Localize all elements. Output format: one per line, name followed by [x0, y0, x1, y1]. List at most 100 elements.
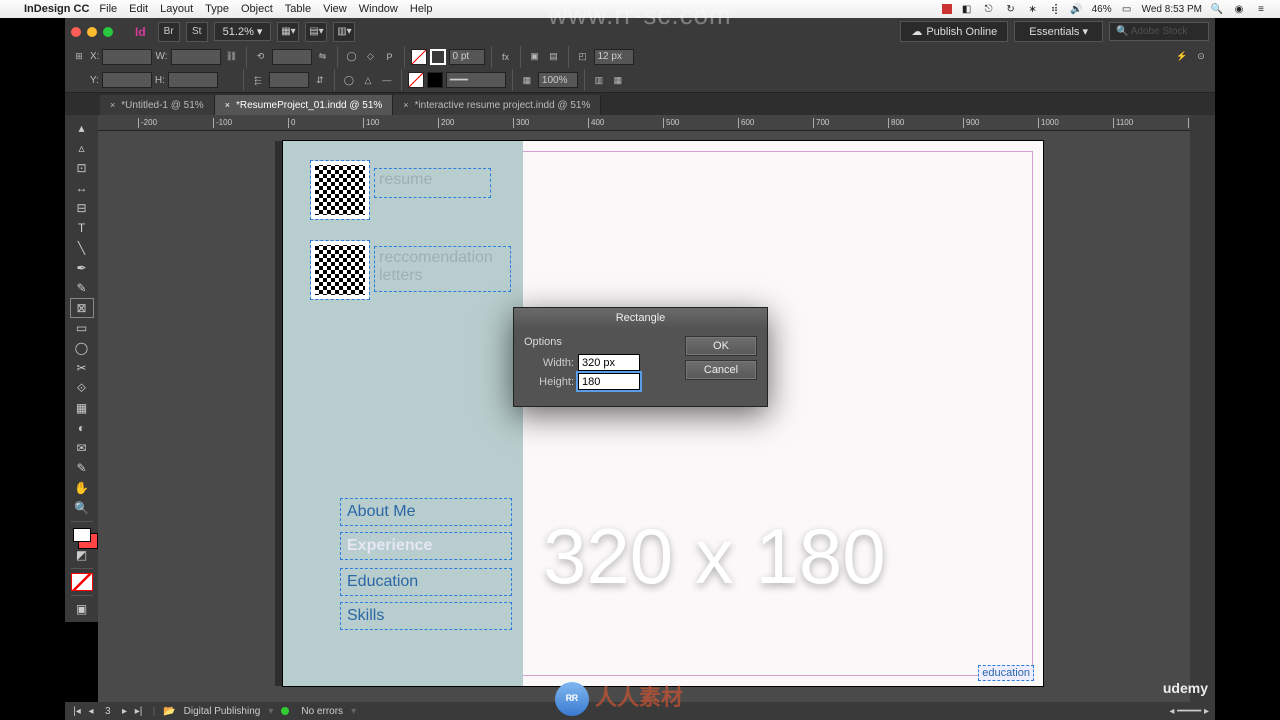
- siri-icon[interactable]: ◉: [1232, 3, 1246, 15]
- scissors-tool[interactable]: ✂: [71, 359, 93, 377]
- default-fill-stroke[interactable]: ◩: [71, 546, 93, 564]
- close-icon[interactable]: ×: [225, 100, 230, 110]
- quick-apply-icon[interactable]: ⚡: [1174, 49, 1190, 65]
- text-wrap-3-icon[interactable]: ▥: [591, 72, 607, 88]
- eyedropper-tool[interactable]: ✎: [71, 459, 93, 477]
- zoom-tool[interactable]: 🔍: [71, 499, 93, 517]
- app-name[interactable]: InDesign CC: [24, 3, 89, 15]
- page-nav[interactable]: |◂◂: [71, 706, 97, 717]
- nav-about-me[interactable]: About Me: [341, 499, 511, 525]
- reference-point-icon[interactable]: ⊞: [71, 49, 87, 65]
- menu-help[interactable]: Help: [410, 3, 433, 15]
- status-icon-1[interactable]: [942, 4, 952, 14]
- window-controls[interactable]: [71, 27, 113, 37]
- line-tool[interactable]: ╲: [71, 239, 93, 257]
- free-transform-tool[interactable]: ⟐: [71, 379, 93, 397]
- pen-tool[interactable]: ✒: [71, 259, 93, 277]
- width-field[interactable]: [578, 354, 640, 371]
- y-field[interactable]: [102, 72, 152, 88]
- canvas[interactable]: resume reccomendation letters About Me E…: [98, 131, 1190, 702]
- scroll-h[interactable]: ◂ ━━━━ ▸: [1169, 706, 1209, 717]
- menu-layout[interactable]: Layout: [160, 3, 193, 15]
- gradient-tool[interactable]: ▦: [71, 399, 93, 417]
- fx-icon[interactable]: fx: [498, 49, 514, 65]
- text-wrap-2-icon[interactable]: ▤: [546, 49, 562, 65]
- align-icon[interactable]: P: [382, 49, 398, 65]
- nav-experience[interactable]: Experience: [341, 533, 511, 559]
- workspace-status[interactable]: Digital Publishing: [184, 706, 261, 717]
- x-field[interactable]: [102, 49, 152, 65]
- menu-table[interactable]: Table: [285, 3, 311, 15]
- content-collector-tool[interactable]: ⊟: [71, 199, 93, 217]
- nav-skills[interactable]: Skills: [341, 603, 511, 629]
- clock[interactable]: Wed 8:53 PM: [1142, 4, 1202, 15]
- apply-color[interactable]: [71, 573, 93, 591]
- text-wrap-4-icon[interactable]: ▦: [610, 72, 626, 88]
- fill-swatch[interactable]: [411, 49, 427, 65]
- tab-interactive-resume[interactable]: ×*interactive resume project.indd @ 51%: [393, 95, 601, 115]
- opacity-field[interactable]: 100%: [538, 72, 578, 88]
- zoom-dropdown[interactable]: 51.2% ▾: [214, 22, 272, 41]
- view-options-2[interactable]: ▤▾: [305, 22, 327, 42]
- menu-file[interactable]: File: [99, 3, 117, 15]
- panel-dock[interactable]: [1190, 93, 1215, 702]
- publish-online-button[interactable]: ☁Publish Online: [900, 21, 1008, 42]
- dialog-title[interactable]: Rectangle: [514, 308, 767, 328]
- w-field[interactable]: [171, 49, 221, 65]
- status-icon-2[interactable]: ◧: [960, 3, 974, 15]
- nav-education[interactable]: Education: [341, 569, 511, 595]
- bridge-button[interactable]: Br: [158, 22, 180, 42]
- corner-field[interactable]: 12 px: [594, 49, 634, 65]
- pencil-tool[interactable]: ✎: [71, 279, 93, 297]
- notification-icon[interactable]: ≡: [1254, 3, 1268, 15]
- gap-tool[interactable]: ↔: [71, 179, 93, 197]
- shear-field[interactable]: [269, 72, 309, 88]
- wifi-icon[interactable]: ⢾: [1048, 3, 1062, 15]
- rectangle-frame-tool[interactable]: ⊠: [71, 299, 93, 317]
- flip-v-icon[interactable]: ⇵: [312, 72, 328, 88]
- pathfinder-icon[interactable]: ◯: [344, 49, 360, 65]
- stroke-weight-field[interactable]: 0 pt: [449, 49, 485, 65]
- menu-view[interactable]: View: [323, 3, 347, 15]
- menu-object[interactable]: Object: [241, 3, 273, 15]
- screen-mode[interactable]: ▣: [71, 600, 93, 618]
- stroke-swatch[interactable]: [430, 49, 446, 65]
- stroke-style-field[interactable]: ━━━: [446, 72, 506, 88]
- ellipse-tool[interactable]: ◯: [71, 339, 93, 357]
- battery-icon[interactable]: ▭: [1120, 3, 1134, 15]
- tab-resume-project[interactable]: ×*ResumeProject_01.indd @ 51%: [215, 95, 394, 115]
- corner-icon[interactable]: ◰: [575, 49, 591, 65]
- text-wrap-1-icon[interactable]: ▣: [527, 49, 543, 65]
- rotate-field[interactable]: [272, 49, 312, 65]
- page-number[interactable]: 3: [105, 706, 111, 717]
- stroke-style[interactable]: [427, 72, 443, 88]
- errors-status[interactable]: No errors: [301, 706, 343, 717]
- fill-stroke-swatch[interactable]: [71, 526, 93, 544]
- arrange-button[interactable]: ▥▾: [333, 22, 355, 42]
- tab-untitled[interactable]: ×*Untitled-1 @ 51%: [100, 95, 215, 115]
- selection-tool[interactable]: ▴: [71, 119, 93, 137]
- note-tool[interactable]: ✉: [71, 439, 93, 457]
- page-tool[interactable]: ⊡: [71, 159, 93, 177]
- volume-icon[interactable]: 🔊: [1070, 3, 1084, 15]
- h-field[interactable]: [168, 72, 218, 88]
- close-icon[interactable]: ×: [110, 100, 115, 110]
- stock-search[interactable]: 🔍 Adobe Stock: [1109, 22, 1209, 41]
- status-icon-3[interactable]: ⎋: [982, 3, 996, 15]
- shape-icon-2[interactable]: △: [360, 72, 376, 88]
- qr-code-2[interactable]: [311, 241, 369, 299]
- menu-type[interactable]: Type: [205, 3, 229, 15]
- direct-selection-tool[interactable]: ▵: [71, 139, 93, 157]
- menu-edit[interactable]: Edit: [129, 3, 148, 15]
- page-nav-fwd[interactable]: ▸▸|: [119, 706, 145, 717]
- gradient-feather-tool[interactable]: ◐: [71, 419, 93, 437]
- ok-button[interactable]: OK: [685, 336, 757, 356]
- cancel-button[interactable]: Cancel: [685, 360, 757, 380]
- pasteboard-education-label[interactable]: education: [979, 666, 1033, 680]
- view-options-1[interactable]: ▦▾: [277, 22, 299, 42]
- text-frame-resume[interactable]: resume: [375, 169, 490, 197]
- open-icon[interactable]: 📂: [163, 706, 175, 717]
- height-field[interactable]: [578, 373, 640, 390]
- type-tool[interactable]: T: [71, 219, 93, 237]
- rectangle-tool[interactable]: ▭: [71, 319, 93, 337]
